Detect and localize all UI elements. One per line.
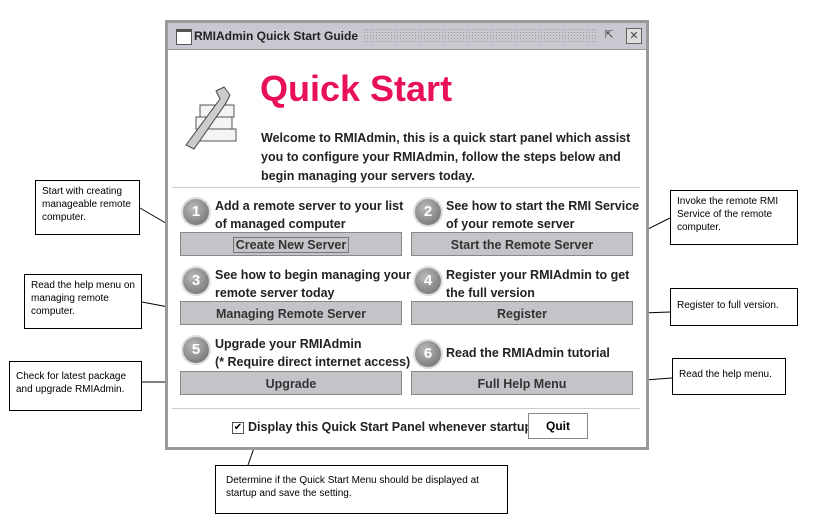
- button-label: Create New Server: [232, 237, 350, 253]
- step-2-number: 2: [415, 199, 441, 225]
- callout-managing: Read the help menu on managing remote co…: [24, 274, 142, 329]
- restore-icon[interactable]: ⇱: [602, 28, 616, 42]
- callout-help: Read the help menu.: [672, 358, 786, 395]
- leader-line: [247, 447, 255, 466]
- startup-checkbox-label[interactable]: Display this Quick Start Panel whenever …: [248, 420, 532, 434]
- callout-create-server: Start with creating manageable remote co…: [35, 180, 140, 235]
- title-bar-texture: [363, 28, 598, 44]
- callout-startup: Determine if the Quick Start Menu should…: [215, 465, 508, 514]
- callout-start-server: Invoke the remote RMI Service of the rem…: [670, 190, 798, 245]
- callout-register: Register to full version.: [670, 288, 798, 326]
- wrench-books-icon: [180, 85, 246, 151]
- step-5-description: Upgrade your RMIAdmin: [215, 337, 362, 351]
- register-button[interactable]: Register: [411, 301, 633, 325]
- step-6-number: 6: [415, 341, 441, 367]
- quit-button[interactable]: Quit: [528, 413, 588, 439]
- step-2-description: See how to start the RMI Service of your…: [446, 199, 640, 231]
- step-1-description: Add a remote server to your list of mana…: [215, 199, 404, 231]
- step-6-description: Read the RMIAdmin tutorial: [446, 346, 610, 360]
- full-help-menu-button[interactable]: Full Help Menu: [411, 371, 633, 395]
- quick-start-window: RMIAdmin Quick Start Guide ⇱ ✕ Quick Sta…: [165, 20, 649, 450]
- step-4-description: Register your RMIAdmin to get the full v…: [446, 268, 630, 300]
- close-icon[interactable]: ✕: [626, 28, 642, 44]
- callout-upgrade: Check for latest package and upgrade RMI…: [9, 361, 142, 411]
- step-1-number: 1: [183, 199, 209, 225]
- upgrade-button[interactable]: Upgrade: [180, 371, 402, 395]
- create-new-server-button[interactable]: Create New Server: [180, 232, 402, 256]
- step-4-number: 4: [415, 268, 441, 294]
- welcome-text: Welcome to RMIAdmin, this is a quick sta…: [261, 131, 631, 183]
- window-icon: [176, 29, 192, 45]
- step-5-note: (* Require direct internet access): [215, 355, 411, 369]
- step-3-number: 3: [183, 268, 209, 294]
- step-5-number: 5: [183, 337, 209, 363]
- step-3-description: See how to begin managing your remote se…: [215, 268, 411, 300]
- window-title: RMIAdmin Quick Start Guide: [194, 29, 359, 43]
- start-remote-server-button[interactable]: Start the Remote Server: [411, 232, 633, 256]
- page-title: Quick Start: [260, 68, 453, 109]
- startup-checkbox[interactable]: ✔: [232, 422, 244, 434]
- managing-remote-server-button[interactable]: Managing Remote Server: [180, 301, 402, 325]
- title-bar: RMIAdmin Quick Start Guide ⇱ ✕: [168, 23, 646, 50]
